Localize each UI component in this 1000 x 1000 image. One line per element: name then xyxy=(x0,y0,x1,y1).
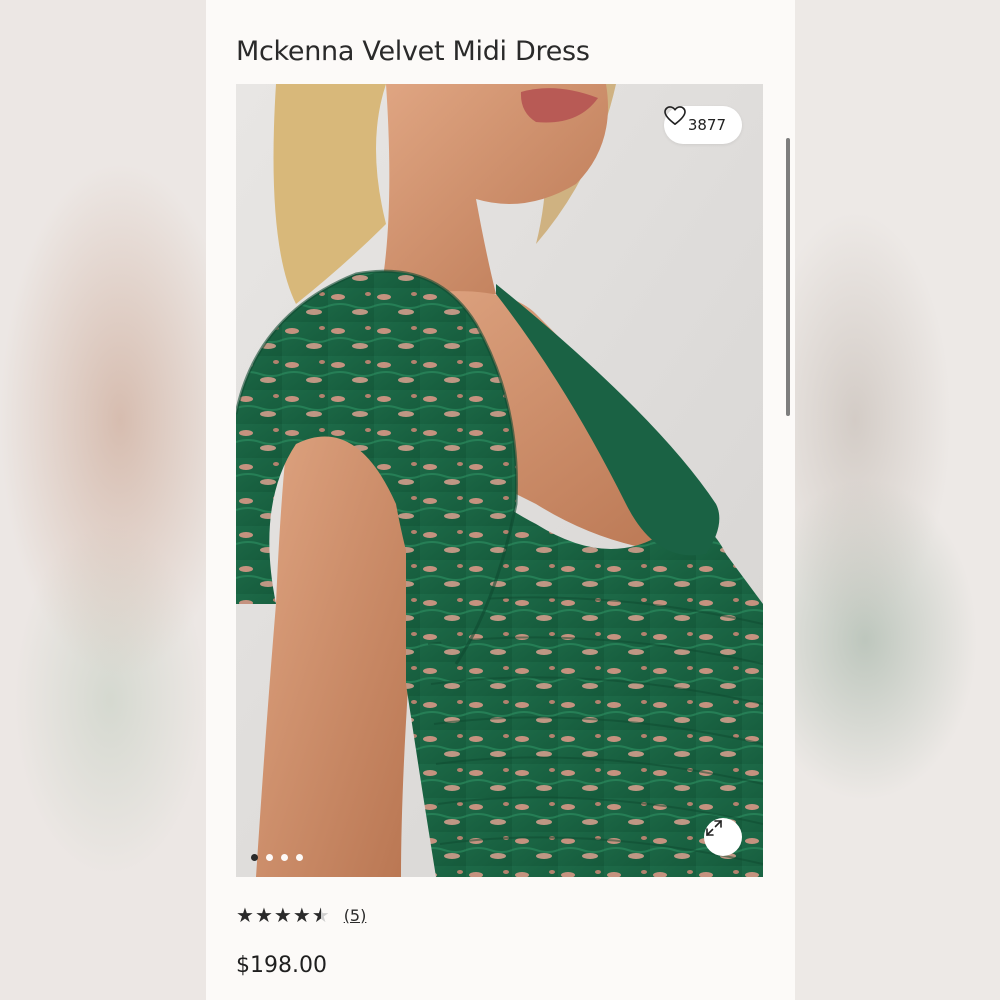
expand-image-button[interactable] xyxy=(704,818,742,856)
product-panel: Mckenna Velvet Midi Dress 3877 ★ ★ ★ ★ ★… xyxy=(206,0,795,1000)
gallery-dot[interactable] xyxy=(296,854,303,861)
background-right xyxy=(795,0,1000,1000)
gallery-pagination xyxy=(251,854,303,861)
star-icon: ★ xyxy=(273,903,292,927)
reviews-link[interactable]: (5) xyxy=(344,906,367,925)
star-icon: ★ xyxy=(292,903,311,927)
gallery-dot[interactable] xyxy=(266,854,273,861)
scrollbar-thumb[interactable] xyxy=(786,138,790,416)
favorite-count: 3877 xyxy=(687,116,726,134)
heart-outline-icon xyxy=(663,106,686,125)
product-photo xyxy=(236,84,763,877)
star-rating: ★ ★ ★ ★ ★ xyxy=(236,905,330,925)
half-star-icon: ★ xyxy=(311,903,330,927)
gallery-dot[interactable] xyxy=(251,854,258,861)
background-left xyxy=(0,0,206,1000)
gallery-dot[interactable] xyxy=(281,854,288,861)
product-image-gallery[interactable]: 3877 xyxy=(236,84,763,877)
expand-arrows-icon xyxy=(706,820,722,836)
product-title: Mckenna Velvet Midi Dress xyxy=(236,36,590,67)
star-icon: ★ xyxy=(236,903,254,927)
favorite-button[interactable]: 3877 xyxy=(663,106,742,144)
star-icon: ★ xyxy=(254,903,273,927)
product-price: $198.00 xyxy=(236,953,327,978)
rating-row: ★ ★ ★ ★ ★ (5) xyxy=(236,905,366,925)
